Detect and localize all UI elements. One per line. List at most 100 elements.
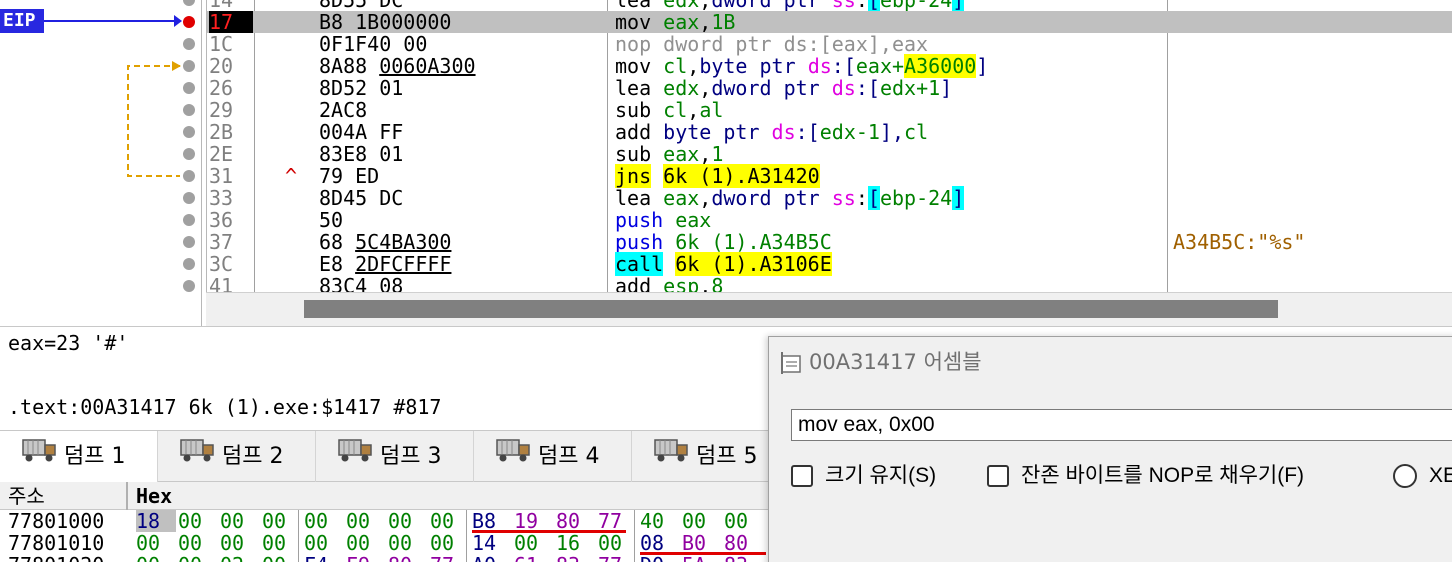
breakpoint-dot[interactable] (183, 104, 195, 116)
fill-nop-checkbox[interactable]: 잔존 바이트를 NOP로 채우기(F) (987, 461, 1304, 491)
dump-byte[interactable]: 00 (598, 532, 638, 554)
disasm-row[interactable]: 37 68 5C4BA300 push 6k (1).A34B5C A34B5C:"%… (207, 231, 1452, 253)
dump-byte[interactable]: D0 (640, 554, 680, 562)
checkbox-box[interactable] (987, 465, 1009, 488)
dump-byte[interactable]: 00 (178, 510, 218, 532)
dump-byte[interactable]: 83 (556, 554, 596, 562)
dump-byte[interactable]: 80 (724, 532, 764, 554)
dump-byte[interactable]: 02 (220, 554, 260, 562)
disasm-row[interactable]: 2E 83E8 01 sub eax,1 (207, 143, 1452, 165)
dump-byte[interactable]: 18 (136, 510, 176, 532)
breakpoint-dot[interactable] (183, 192, 195, 204)
tab-dump-1[interactable]: 덤프 1 (0, 431, 158, 483)
dump-byte[interactable]: 00 (724, 510, 764, 532)
disasm-row[interactable]: 36 50 push eax (207, 209, 1452, 231)
dump-byte[interactable]: 00 (430, 532, 470, 554)
dump-byte[interactable]: 00 (388, 510, 428, 532)
dump-byte[interactable]: 00 (220, 510, 260, 532)
dump-byte[interactable]: 00 (262, 532, 302, 554)
dump-byte[interactable]: B0 (682, 532, 722, 554)
dump-col-address[interactable]: 주소 (8, 482, 45, 510)
dump-byte[interactable]: 80 (388, 554, 428, 562)
dump-byte[interactable]: 40 (640, 510, 680, 532)
disasm-row[interactable]: 33 8D45 DC lea eax,dword ptr ss:[ebp-24] (207, 186, 1452, 210)
disasm-gutter[interactable]: EIP (0, 0, 202, 326)
instruction-text: sub eax,1 (615, 143, 723, 165)
keep-size-checkbox[interactable]: 크기 유지(S) (791, 461, 936, 491)
dump-byte[interactable]: 00 (346, 510, 386, 532)
dump-byte[interactable]: 19 (514, 510, 554, 532)
dump-byte[interactable]: F9 (346, 554, 386, 562)
disasm-row[interactable]: 2B 004A FF add byte ptr ds:[edx-1],cl (207, 121, 1452, 143)
instruction-token: ], (879, 120, 905, 144)
dialog-titlebar[interactable]: 00A31417 어셈블 (769, 337, 1452, 387)
dump-byte[interactable]: 77 (598, 510, 638, 532)
dump-byte[interactable]: 00 (304, 510, 344, 532)
breakpoint-dot[interactable] (183, 126, 195, 138)
disasm-row[interactable]: 1C 0F1F40 00 nop dword ptr ds:[eax],eax (207, 33, 1452, 55)
dump-byte[interactable]: 83 (724, 554, 764, 562)
disasm-row[interactable]: 17 B8 1B000000 mov eax,1B (207, 11, 1452, 33)
assemble-input[interactable] (791, 409, 1452, 441)
disasm-row[interactable]: 26 8D52 01 lea edx,dword ptr ds:[edx+1] (207, 77, 1452, 99)
disassembly-view[interactable]: 14 8D55 DC lea edx,dword ptr ss:[ebp-24] 17… (206, 0, 1452, 326)
dump-byte[interactable]: 00 (430, 510, 470, 532)
tab-dump-4[interactable]: 덤프 4 (474, 431, 632, 483)
instruction-address: 26 (209, 76, 234, 100)
disasm-row[interactable]: 20 8A88 0060A300 mov cl,byte ptr ds:[eax+A… (207, 54, 1452, 78)
instruction-address: 1C (209, 32, 234, 56)
disasm-row[interactable]: 29 2AC8 sub cl,al (207, 99, 1452, 121)
instruction-token: , (687, 54, 700, 78)
dump-byte[interactable]: 80 (556, 510, 596, 532)
dump-byte[interactable]: 14 (472, 532, 512, 554)
breakpoint-dot[interactable] (183, 82, 195, 94)
dump-byte[interactable]: 00 (220, 532, 260, 554)
breakpoint-dot[interactable] (183, 214, 195, 226)
dump-byte[interactable]: 08 (640, 532, 680, 554)
instruction-address: 2B (209, 120, 234, 144)
dump-byte[interactable]: 00 (178, 532, 218, 554)
dump-byte[interactable]: 00 (262, 510, 302, 532)
dump-byte[interactable]: 5A (682, 554, 722, 562)
dump-byte[interactable]: 00 (136, 554, 176, 562)
breakpoint-dot[interactable] (183, 38, 195, 50)
dump-byte[interactable]: 00 (346, 532, 386, 554)
dump-col-hex[interactable]: Hex (136, 482, 172, 510)
disasm-row[interactable]: 3C E8 2DFCFFFF call 6k (1).A3106E (207, 252, 1452, 276)
horizontal-scrollbar[interactable] (206, 292, 1452, 326)
dump-byte[interactable]: 00 (136, 532, 176, 554)
checkbox-box[interactable] (791, 465, 813, 488)
dump-address[interactable]: 77801010 (8, 532, 104, 554)
dump-byte[interactable]: 00 (514, 532, 554, 554)
tab-dump-5[interactable]: 덤프 5 (632, 431, 790, 483)
scrollbar-thumb[interactable] (304, 300, 1278, 318)
disasm-row[interactable]: 31 ^ 79 ED jns 6k (1).A31420 (207, 164, 1452, 188)
breakpoint-dot[interactable] (183, 280, 195, 292)
dump-byte[interactable]: 77 (430, 554, 470, 562)
dump-byte[interactable]: 00 (388, 532, 428, 554)
breakpoint-dot[interactable] (183, 60, 195, 72)
dump-byte[interactable]: 00 (304, 532, 344, 554)
tab-dump-3[interactable]: 덤프 3 (316, 431, 474, 483)
dump-byte[interactable]: 16 (556, 532, 596, 554)
dump-address[interactable]: 77801000 (8, 510, 104, 532)
dump-byte[interactable]: 00 (682, 510, 722, 532)
xe-radio[interactable]: XE (1393, 461, 1452, 491)
eip-breakpoint-dot[interactable] (183, 16, 195, 28)
dump-byte[interactable]: 77 (598, 554, 638, 562)
tab-dump-2[interactable]: 덤프 2 (158, 431, 316, 483)
breakpoint-dot[interactable] (183, 170, 195, 182)
breakpoint-dot[interactable] (183, 258, 195, 270)
dump-byte[interactable]: 00 (262, 554, 302, 562)
dump-address[interactable]: 77801020 (8, 554, 104, 562)
instruction-token: eax (663, 186, 700, 210)
dump-byte[interactable]: F4 (304, 554, 344, 562)
instruction-text: push eax (615, 209, 711, 231)
dump-byte[interactable]: B8 (472, 510, 512, 532)
dump-byte[interactable]: 61 (514, 554, 554, 562)
breakpoint-dot[interactable] (183, 148, 195, 160)
breakpoint-dot[interactable] (183, 236, 195, 248)
dump-byte[interactable]: 00 (178, 554, 218, 562)
radio-circle[interactable] (1393, 464, 1417, 489)
dump-byte[interactable]: A0 (472, 554, 512, 562)
